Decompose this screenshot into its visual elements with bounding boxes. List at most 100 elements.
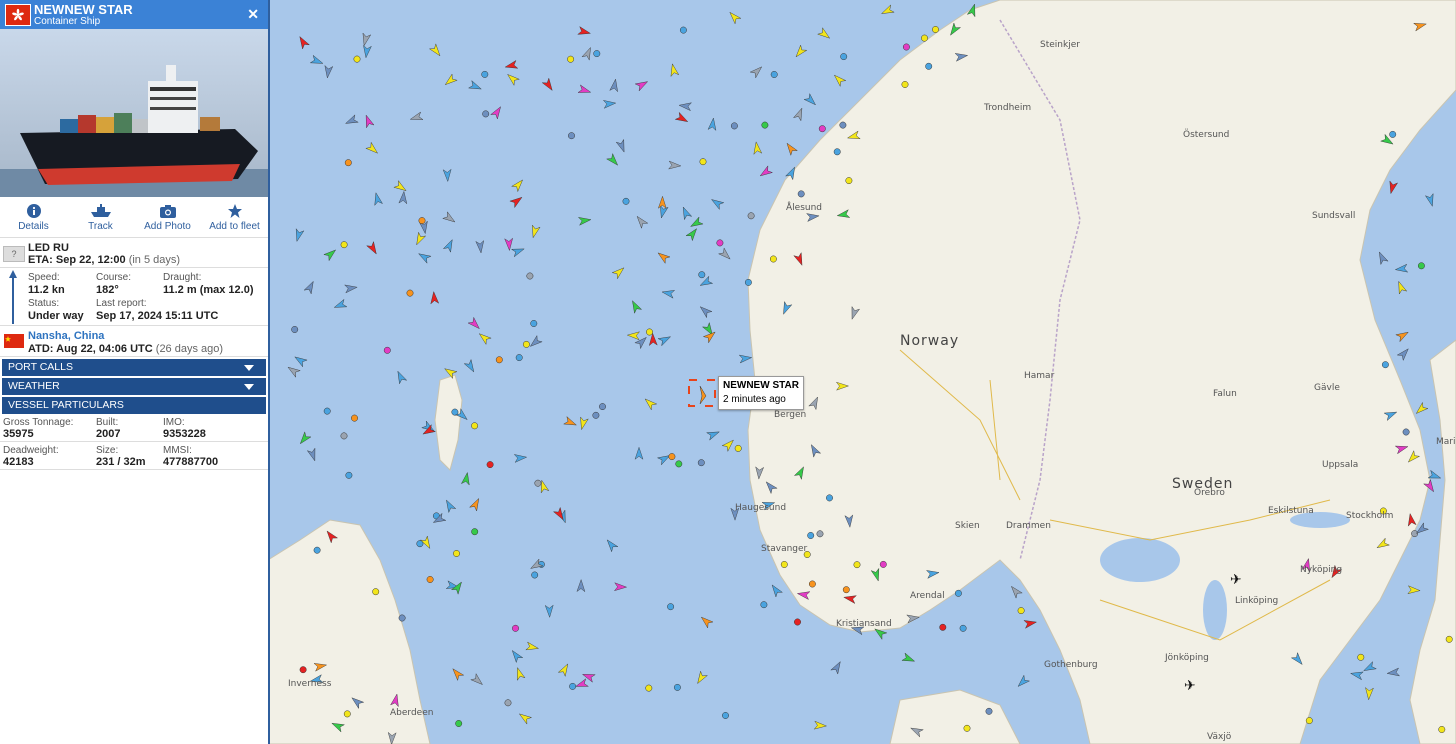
vessel-marker[interactable] — [372, 588, 380, 596]
vessel-marker[interactable] — [699, 158, 707, 166]
vessel-marker[interactable] — [675, 460, 683, 468]
vessel-marker[interactable] — [1445, 635, 1453, 643]
vessel-marker[interactable] — [902, 43, 910, 51]
vessel-particulars-section[interactable]: VESSEL PARTICULARS — [2, 397, 266, 414]
vessel-marker[interactable] — [730, 122, 738, 130]
vessel-marker[interactable] — [744, 278, 752, 286]
vessel-marker[interactable] — [344, 159, 352, 167]
vessel-marker[interactable] — [925, 62, 933, 70]
vessel-marker[interactable] — [593, 50, 601, 58]
vessel-marker[interactable] — [667, 603, 675, 611]
vessel-marker[interactable] — [599, 403, 606, 411]
vessel-marker[interactable] — [698, 271, 706, 279]
vessel-marker[interactable] — [512, 624, 519, 632]
vessel-marker[interactable] — [291, 326, 299, 333]
vessel-marker[interactable] — [1417, 262, 1425, 270]
origin-port-link[interactable]: Nansha, China — [28, 330, 104, 342]
vessel-marker[interactable] — [833, 148, 841, 156]
vessel-marker[interactable] — [531, 571, 539, 579]
vessel-marker[interactable] — [1402, 428, 1410, 436]
vessel-marker[interactable] — [1017, 607, 1025, 615]
vessel-marker[interactable] — [522, 340, 530, 348]
vessel-marker[interactable] — [932, 26, 939, 33]
vessel-marker[interactable] — [646, 328, 653, 336]
vessel-marker[interactable] — [761, 121, 769, 129]
vessel-marker[interactable] — [901, 81, 909, 88]
vessel-marker[interactable] — [343, 710, 351, 718]
vessel-marker[interactable] — [797, 190, 805, 198]
port-calls-section[interactable]: PORT CALLS — [2, 359, 266, 376]
vessel-marker[interactable] — [471, 422, 479, 430]
vessel-marker[interactable] — [985, 707, 993, 715]
vessel-marker[interactable] — [568, 132, 575, 140]
vessel-marker[interactable] — [398, 614, 406, 622]
vessel-marker[interactable] — [345, 471, 353, 479]
vessel-marker[interactable] — [734, 444, 742, 452]
vessel-marker[interactable] — [939, 623, 947, 631]
vessel-marker[interactable] — [807, 532, 815, 539]
vessel-marker[interactable] — [963, 724, 971, 732]
vessel-marker[interactable] — [769, 255, 777, 263]
vessel-marker[interactable] — [1389, 130, 1397, 138]
track-button[interactable]: Track — [67, 197, 134, 237]
vessel-marker[interactable] — [418, 217, 426, 225]
vessel-marker[interactable] — [1381, 361, 1389, 369]
vessel-marker[interactable] — [1411, 530, 1419, 538]
vessel-marker[interactable] — [780, 561, 788, 568]
vessel-marker[interactable] — [839, 121, 847, 129]
vessel-marker[interactable] — [481, 70, 489, 78]
vessel-marker[interactable] — [816, 530, 824, 538]
vessel-marker[interactable] — [808, 580, 816, 588]
vessel-marker[interactable] — [526, 272, 534, 280]
vessel-marker[interactable] — [921, 34, 928, 42]
vessel-tooltip[interactable]: NEWNEW STAR 2 minutes ago — [718, 376, 804, 410]
vessel-marker[interactable] — [1438, 726, 1446, 733]
vessel-marker[interactable] — [504, 699, 512, 707]
vessel-marker[interactable] — [954, 589, 962, 597]
vessel-marker[interactable] — [840, 53, 848, 61]
vessel-marker[interactable] — [645, 684, 653, 692]
close-icon[interactable]: ✕ — [247, 6, 259, 23]
vessel-marker[interactable] — [323, 407, 331, 415]
weather-section[interactable]: WEATHER — [2, 378, 266, 395]
vessel-marker[interactable] — [455, 720, 463, 727]
vessel-marker[interactable] — [486, 461, 494, 469]
vessel-marker[interactable] — [567, 55, 575, 63]
vessel-marker[interactable] — [530, 320, 538, 327]
vessel-marker[interactable] — [673, 683, 681, 691]
vessel-marker[interactable] — [679, 26, 687, 34]
vessel-marker[interactable] — [845, 177, 853, 185]
details-button[interactable]: Details — [0, 197, 67, 237]
vessel-marker[interactable] — [569, 682, 577, 690]
vessel-marker[interactable] — [471, 528, 479, 536]
vessel-marker[interactable] — [747, 212, 755, 220]
vessel-marker[interactable] — [340, 241, 348, 249]
vessel-marker[interactable] — [959, 624, 967, 632]
vessel-marker[interactable] — [515, 354, 523, 362]
vessel-marker[interactable] — [722, 712, 729, 719]
vessel-marker[interactable] — [853, 561, 861, 569]
vessel-marker[interactable] — [299, 666, 307, 674]
vessel-marker[interactable] — [818, 125, 826, 133]
vessel-marker[interactable] — [416, 540, 424, 548]
vessel-marker[interactable] — [383, 346, 391, 354]
vessel-marker[interactable] — [534, 479, 542, 487]
vessel-marker[interactable] — [453, 550, 460, 557]
vessel-marker[interactable] — [622, 197, 630, 205]
vessel-marker[interactable] — [1357, 653, 1365, 661]
vessel-marker[interactable] — [794, 618, 801, 626]
add-photo-button[interactable]: Add Photo — [134, 197, 201, 237]
vessel-marker[interactable] — [826, 494, 833, 502]
vessel-marker[interactable] — [406, 289, 414, 297]
vessel-marker[interactable] — [879, 560, 887, 568]
vessel-marker[interactable] — [697, 459, 705, 467]
vessel-marker[interactable] — [313, 546, 321, 554]
vessel-marker[interactable] — [760, 601, 768, 609]
vessel-marker[interactable] — [351, 414, 358, 422]
vessel-marker[interactable] — [668, 453, 676, 461]
vessel-photo[interactable] — [0, 29, 268, 197]
vessel-marker[interactable] — [592, 411, 600, 419]
add-to-fleet-button[interactable]: Add to fleet — [201, 197, 268, 237]
vessel-marker[interactable] — [770, 71, 778, 78]
vessel-marker[interactable] — [353, 55, 361, 63]
